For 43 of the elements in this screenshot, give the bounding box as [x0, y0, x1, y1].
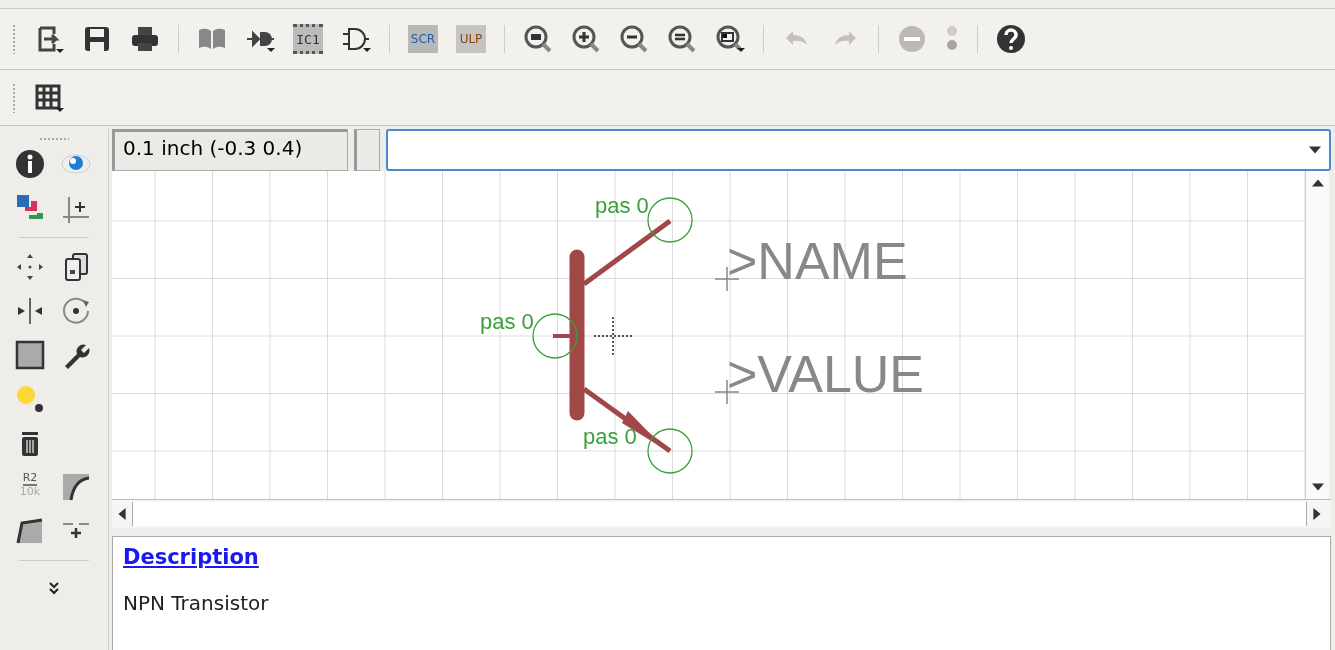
scroll-right-icon[interactable] — [1313, 508, 1321, 520]
expand-icon[interactable] — [48, 581, 60, 595]
zoom-select-icon[interactable] — [715, 24, 745, 54]
zoom-redraw-icon[interactable] — [667, 24, 697, 54]
cursor-crosshair — [593, 316, 633, 356]
pin-circle[interactable] — [647, 428, 693, 474]
help-icon[interactable] — [996, 24, 1026, 54]
device-button[interactable]: IC1 — [293, 24, 323, 54]
horizontal-scrollbar[interactable] — [112, 499, 1331, 528]
drawing-canvas[interactable]: pas 0 pas 0 pas 0 >NAME >VALUE — [112, 171, 1305, 499]
scroll-down-icon[interactable] — [1311, 483, 1324, 491]
dot-icon[interactable] — [15, 384, 45, 414]
command-field[interactable] — [386, 129, 1331, 171]
pin-label: pas 0 — [595, 193, 649, 218]
dropdown-arrow-icon[interactable] — [1309, 146, 1321, 154]
mirror-icon[interactable] — [15, 296, 45, 326]
miter-icon[interactable] — [15, 516, 45, 546]
status-box — [354, 129, 380, 171]
move-icon[interactable] — [15, 252, 45, 282]
pin-label: pas 0 — [480, 309, 534, 334]
description-text: NPN Transistor — [123, 591, 270, 615]
pin-circle[interactable] — [532, 313, 578, 359]
pin-label: pas 0 — [583, 424, 637, 449]
print-icon[interactable] — [130, 24, 160, 54]
zoom-in-icon[interactable] — [571, 24, 601, 54]
placeholder-text[interactable]: >NAME — [727, 232, 908, 290]
scroll-left-icon[interactable] — [118, 508, 126, 520]
coordinate-display: 0.1 inch (-0.3 0.4) — [112, 129, 348, 171]
zoom-fit-icon[interactable] — [523, 24, 553, 54]
info-icon[interactable] — [15, 149, 45, 179]
description-link[interactable]: Description — [123, 545, 259, 569]
save-icon[interactable] — [82, 24, 112, 54]
rectangle-icon[interactable] — [15, 340, 45, 370]
arc-icon[interactable] — [61, 472, 91, 502]
zoom-out-icon[interactable] — [619, 24, 649, 54]
scroll-up-icon[interactable] — [1311, 179, 1324, 187]
vertical-scrollbar[interactable] — [1305, 171, 1329, 499]
pin-circle[interactable] — [647, 197, 693, 243]
rotate-icon[interactable] — [61, 296, 91, 326]
ulp-button[interactable]: ULP — [456, 25, 486, 53]
script-button[interactable]: SCR — [408, 25, 438, 53]
placeholder-text[interactable]: >VALUE — [727, 345, 925, 403]
grid-icon[interactable] — [34, 82, 64, 113]
